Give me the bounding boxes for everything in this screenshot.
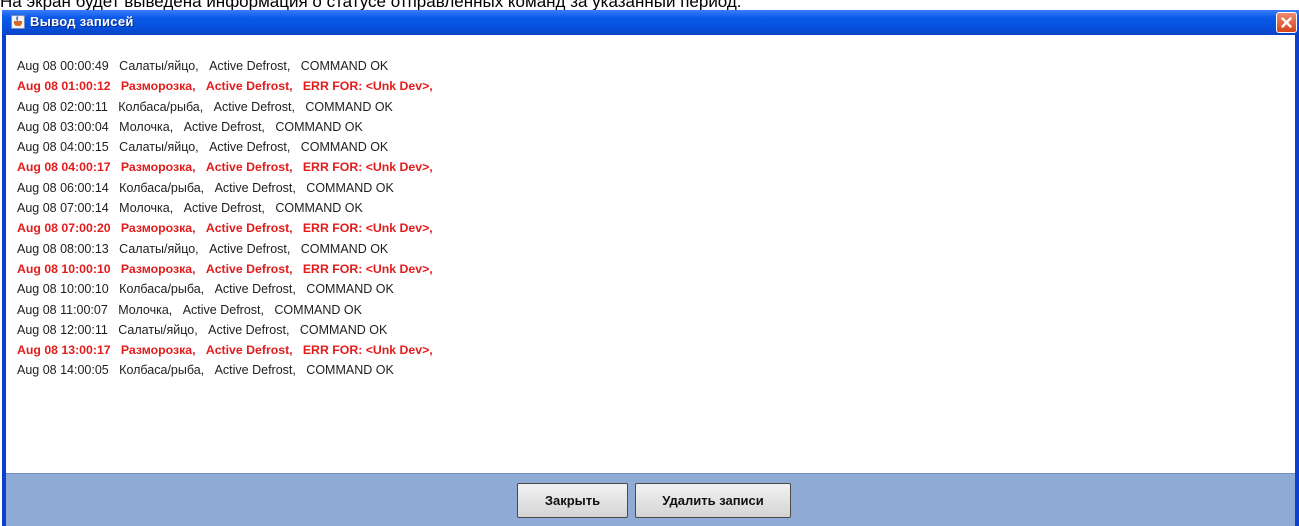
log-status: COMMAND OK (306, 180, 394, 195)
log-device: Колбаса/рыба, (119, 180, 205, 195)
log-list: Aug 08 00:00:49 Салаты/яйцо, Active Defr… (17, 56, 433, 381)
log-status: COMMAND OK (300, 59, 389, 73)
log-entry: Aug 08 08:00:13 Салаты/яйцо, Active Defr… (17, 239, 433, 259)
log-time: Aug 08 14:00:05 (17, 363, 109, 378)
log-time: Aug 08 10:00:10 (17, 261, 111, 276)
log-entry: Aug 08 11:00:07 Молочка, Active Defrost,… (17, 300, 433, 320)
log-mode: Active Defrost, (183, 201, 265, 216)
log-device: Молочка, (118, 302, 173, 317)
log-mode: Active Defrost, (214, 180, 296, 195)
log-device: Салаты/яйцо, (119, 140, 199, 155)
log-status: COMMAND OK (275, 201, 363, 216)
log-device: Салаты/яйцо, (118, 322, 198, 337)
log-device: Разморозка, (120, 343, 196, 358)
log-status: ERR FOR: <Unk Dev>, (302, 343, 433, 358)
log-time: Aug 08 08:00:13 (17, 241, 109, 256)
records-window: Вывод записей Aug 08 00:00:49 Салаты/яйц… (2, 10, 1299, 526)
log-time: Aug 08 07:00:14 (17, 201, 109, 216)
log-device: Колбаса/рыба, (119, 363, 205, 378)
log-entry: Aug 08 12:00:11 Салаты/яйцо, Active Defr… (17, 320, 433, 340)
log-device: Салаты/яйцо, (119, 241, 199, 256)
page-caption: На экран будет выведена информация о ста… (0, 0, 742, 10)
log-mode: Active Defrost, (182, 302, 264, 317)
log-mode: Active Defrost, (209, 241, 291, 256)
log-mode: Active Defrost, (205, 261, 293, 276)
log-mode: Active Defrost, (209, 140, 291, 155)
button-panel: Закрыть Удалить записи (6, 473, 1295, 526)
log-device: Молочка, (119, 201, 174, 216)
log-entry: Aug 08 10:00:10 Колбаса/рыба, Active Def… (17, 279, 433, 299)
log-entry-error: Aug 08 07:00:20 Разморозка, Active Defro… (17, 218, 433, 238)
log-time: Aug 08 00:00:49 (17, 59, 109, 73)
log-entry: Aug 08 00:00:49 Салаты/яйцо, Active Defr… (17, 56, 433, 76)
log-status: COMMAND OK (274, 302, 362, 317)
log-time: Aug 08 10:00:10 (17, 282, 109, 297)
log-time: Aug 08 13:00:17 (17, 343, 111, 358)
log-status: ERR FOR: <Unk Dev>, (302, 160, 433, 175)
log-entry: Aug 08 03:00:04 Молочка, Active Defrost,… (17, 117, 433, 137)
log-status: COMMAND OK (300, 140, 389, 155)
window-close-button[interactable] (1276, 12, 1297, 33)
log-status: COMMAND OK (305, 99, 393, 114)
close-icon (1281, 17, 1292, 28)
log-entry: Aug 08 04:00:15 Салаты/яйцо, Active Defr… (17, 137, 433, 157)
log-device: Молочка, (119, 119, 174, 134)
log-mode: Active Defrost, (213, 99, 295, 114)
log-time: Aug 08 04:00:15 (17, 140, 109, 155)
log-status: COMMAND OK (275, 119, 363, 134)
log-status: ERR FOR: <Unk Dev>, (302, 261, 433, 276)
title-bar[interactable]: Вывод записей (2, 10, 1299, 35)
log-device: Колбаса/рыба, (118, 99, 204, 114)
log-entry-error: Aug 08 04:00:17 Разморозка, Active Defro… (17, 157, 433, 177)
log-status: COMMAND OK (299, 322, 388, 337)
log-mode: Active Defrost, (205, 343, 293, 358)
log-entry-error: Aug 08 01:00:12 Разморозка, Active Defro… (17, 76, 433, 96)
log-status: COMMAND OK (306, 282, 394, 297)
log-output-area[interactable]: Aug 08 00:00:49 Салаты/яйцо, Active Defr… (6, 35, 1295, 473)
log-time: Aug 08 06:00:14 (17, 180, 109, 195)
log-time: Aug 08 03:00:04 (17, 119, 109, 134)
log-time: Aug 08 11:00:07 (17, 302, 108, 317)
delete-records-button[interactable]: Удалить записи (635, 483, 791, 518)
log-status: COMMAND OK (300, 241, 389, 256)
log-time: Aug 08 07:00:20 (17, 221, 111, 236)
log-entry: Aug 08 02:00:11 Колбаса/рыба, Active Def… (17, 97, 433, 117)
log-status: ERR FOR: <Unk Dev>, (302, 221, 433, 236)
log-mode: Active Defrost, (214, 282, 296, 297)
log-device: Разморозка, (120, 79, 196, 94)
log-entry-error: Aug 08 10:00:10 Разморозка, Active Defro… (17, 259, 433, 279)
log-entry: Aug 08 06:00:14 Колбаса/рыба, Active Def… (17, 178, 433, 198)
log-device: Разморозка, (120, 221, 196, 236)
log-mode: Active Defrost, (214, 363, 296, 378)
log-time: Aug 08 01:00:12 (17, 79, 111, 94)
log-device: Салаты/яйцо, (119, 59, 199, 73)
log-entry: Aug 08 14:00:05 Колбаса/рыба, Active Def… (17, 360, 433, 380)
log-status: ERR FOR: <Unk Dev>, (302, 79, 433, 94)
log-time: Aug 08 12:00:11 (17, 322, 108, 337)
log-mode: Active Defrost, (209, 59, 291, 73)
log-entry-error: Aug 08 13:00:17 Разморозка, Active Defro… (17, 340, 433, 360)
java-cup-icon (11, 15, 25, 29)
log-time: Aug 08 02:00:11 (17, 99, 108, 114)
log-device: Разморозка, (120, 160, 196, 175)
close-button[interactable]: Закрыть (517, 483, 628, 518)
log-mode: Active Defrost, (205, 160, 293, 175)
log-mode: Active Defrost, (183, 119, 265, 134)
log-mode: Active Defrost, (205, 221, 293, 236)
log-status: COMMAND OK (306, 363, 394, 378)
window-title: Вывод записей (30, 14, 134, 29)
log-mode: Active Defrost, (205, 79, 293, 94)
log-entry: Aug 08 07:00:14 Молочка, Active Defrost,… (17, 198, 433, 218)
log-device: Колбаса/рыба, (119, 282, 205, 297)
log-device: Разморозка, (120, 261, 196, 276)
log-mode: Active Defrost, (208, 322, 290, 337)
log-time: Aug 08 04:00:17 (17, 160, 111, 175)
